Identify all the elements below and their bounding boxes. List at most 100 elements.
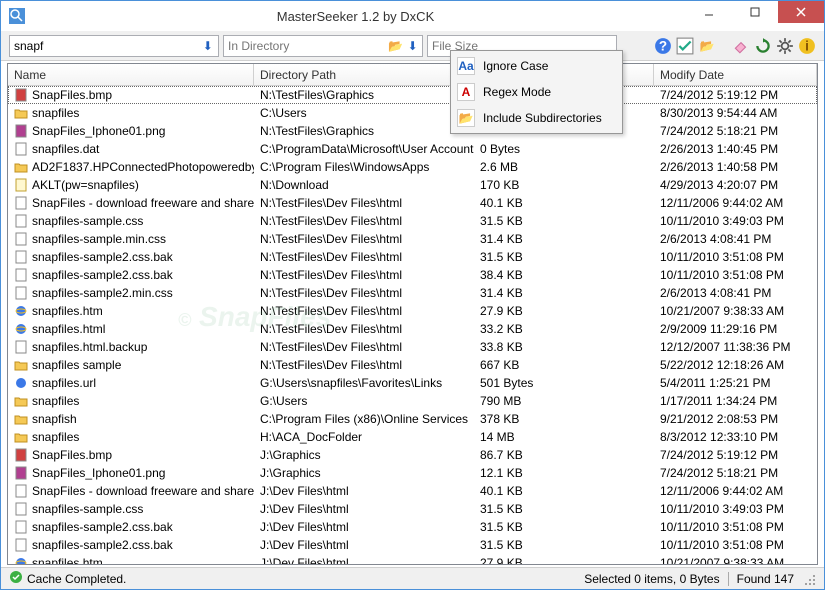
table-row[interactable]: snapfish C:\Program Files (x86)\Online S… — [8, 410, 817, 428]
directory-cell: C:\ProgramData\Microsoft\User Account Pi… — [254, 142, 474, 156]
file-type-icon — [14, 376, 28, 390]
close-button[interactable] — [778, 1, 824, 23]
date-cell: 10/21/2007 9:38:33 AM — [654, 304, 817, 318]
dropdown-item-regex-mode[interactable]: ARegex Mode — [453, 79, 620, 105]
dropdown-item-label: Include Subdirectories — [483, 111, 602, 125]
info-icon[interactable]: i — [798, 37, 816, 55]
table-row[interactable]: SnapFiles.bmp J:\Graphics 86.7 KB 7/24/2… — [8, 446, 817, 464]
date-cell: 9/21/2012 2:08:53 PM — [654, 412, 817, 426]
directory-cell: H:\ACA_DocFolder — [254, 430, 474, 444]
dropdown-item-label: Regex Mode — [483, 85, 551, 99]
table-row[interactable]: AKLT(pw=snapfiles) N:\Download 170 KB 4/… — [8, 176, 817, 194]
size-cell: 27.9 KB — [474, 556, 654, 564]
file-type-icon — [14, 412, 28, 426]
file-name-cell: snapfiles.htm — [32, 556, 103, 564]
size-cell: 0 Bytes — [474, 142, 654, 156]
file-name-cell: snapfiles-sample2.css.bak — [32, 268, 173, 282]
maximize-button[interactable] — [732, 1, 778, 23]
eraser-icon[interactable] — [732, 37, 750, 55]
table-row[interactable]: snapfiles.htm J:\Dev Files\html 27.9 KB … — [8, 554, 817, 564]
directory-search-wrap: 📂 ⬇ — [223, 35, 423, 57]
file-type-icon — [14, 304, 28, 318]
table-row[interactable]: snapfiles.url G:\Users\snapfiles\Favorit… — [8, 374, 817, 392]
directory-cell: J:\Graphics — [254, 448, 474, 462]
file-name-cell: snapfiles — [32, 394, 79, 408]
folder-tool-icon[interactable]: 📂 — [698, 37, 716, 55]
help-icon[interactable]: ? — [654, 37, 672, 55]
table-row[interactable]: snapfiles-sample2.css.bak N:\TestFiles\D… — [8, 248, 817, 266]
table-row[interactable]: SnapFiles.bmp N:\TestFiles\Graphics 7/24… — [8, 86, 817, 104]
table-row[interactable]: SnapFiles - download freeware and sharew… — [8, 482, 817, 500]
date-cell: 2/6/2013 4:08:41 PM — [654, 286, 817, 300]
size-cell: 667 KB — [474, 358, 654, 372]
date-cell: 10/21/2007 9:38:33 AM — [654, 556, 817, 564]
refresh-icon[interactable] — [754, 37, 772, 55]
browse-folder-icon[interactable]: 📂 — [388, 37, 403, 55]
svg-text:i: i — [805, 38, 809, 53]
file-type-icon — [14, 502, 28, 516]
table-row[interactable]: snapfiles-sample.css J:\Dev Files\html 3… — [8, 500, 817, 518]
name-dropdown-icon[interactable]: ⬇ — [200, 37, 216, 55]
table-row[interactable]: SnapFiles - download freeware and sharew… — [8, 194, 817, 212]
table-row[interactable]: snapfiles sample N:\TestFiles\Dev Files\… — [8, 356, 817, 374]
table-row[interactable]: snapfiles.dat C:\ProgramData\Microsoft\U… — [8, 140, 817, 158]
check-icon[interactable] — [676, 37, 694, 55]
directory-cell: N:\TestFiles\Graphics — [254, 88, 474, 102]
dropdown-item-ignore-case[interactable]: AaIgnore Case — [453, 53, 620, 79]
date-cell: 10/11/2010 3:51:08 PM — [654, 520, 817, 534]
file-name-cell: snapfiles — [32, 106, 79, 120]
table-row[interactable]: snapfiles-sample2.min.css N:\TestFiles\D… — [8, 284, 817, 302]
results-table: Name Directory Path Modify Date © SnapFi… — [7, 63, 818, 565]
table-row[interactable]: snapfiles.html.backup N:\TestFiles\Dev F… — [8, 338, 817, 356]
file-type-icon — [14, 196, 28, 210]
table-row[interactable]: snapfiles-sample.css N:\TestFiles\Dev Fi… — [8, 212, 817, 230]
column-header-name[interactable]: Name — [8, 64, 254, 85]
column-header-date[interactable]: Modify Date — [654, 64, 817, 85]
directory-cell: J:\Dev Files\html — [254, 520, 474, 534]
column-header-directory[interactable]: Directory Path — [254, 64, 474, 85]
file-type-icon — [14, 448, 28, 462]
table-row[interactable]: snapfiles.html N:\TestFiles\Dev Files\ht… — [8, 320, 817, 338]
table-row[interactable]: SnapFiles_Iphone01.png N:\TestFiles\Grap… — [8, 122, 817, 140]
minimize-button[interactable] — [686, 1, 732, 23]
resize-grip-icon[interactable] — [802, 572, 816, 586]
date-cell: 8/30/2013 9:54:44 AM — [654, 106, 817, 120]
directory-cell: N:\TestFiles\Dev Files\html — [254, 232, 474, 246]
directory-cell: J:\Dev Files\html — [254, 502, 474, 516]
table-body[interactable]: © SnapFiles SnapFiles.bmp N:\TestFiles\G… — [8, 86, 817, 564]
file-type-icon — [14, 250, 28, 264]
dropdown-item-include-subdirectories[interactable]: 📂Include Subdirectories — [453, 105, 620, 131]
size-cell: 27.9 KB — [474, 304, 654, 318]
directory-dropdown-icon[interactable]: ⬇ — [405, 37, 420, 55]
table-row[interactable]: SnapFiles_Iphone01.png J:\Graphics 12.1 … — [8, 464, 817, 482]
name-search-input[interactable] — [10, 36, 200, 56]
size-cell: 40.1 KB — [474, 484, 654, 498]
table-row[interactable]: AD2F1837.HPConnectedPhotopoweredbySn... … — [8, 158, 817, 176]
date-cell: 10/11/2010 3:51:08 PM — [654, 538, 817, 552]
table-row[interactable]: snapfiles-sample2.css.bak J:\Dev Files\h… — [8, 536, 817, 554]
directory-search-input[interactable] — [224, 36, 388, 56]
directory-cell: J:\Dev Files\html — [254, 484, 474, 498]
table-row[interactable]: snapfiles-sample.min.css N:\TestFiles\De… — [8, 230, 817, 248]
file-type-icon — [14, 268, 28, 282]
status-ok-icon — [9, 570, 23, 587]
table-row[interactable]: snapfiles C:\Users 8/30/2013 9:54:44 AM — [8, 104, 817, 122]
table-row[interactable]: snapfiles-sample2.css.bak N:\TestFiles\D… — [8, 266, 817, 284]
date-cell: 7/24/2012 5:19:12 PM — [654, 88, 817, 102]
date-cell: 12/11/2006 9:44:02 AM — [654, 484, 817, 498]
file-name-cell: snapfiles.url — [32, 376, 96, 390]
dropdown-item-label: Ignore Case — [483, 59, 548, 73]
file-type-icon — [14, 538, 28, 552]
size-cell: 31.5 KB — [474, 538, 654, 552]
table-row[interactable]: snapfiles.htm N:\TestFiles\Dev Files\htm… — [8, 302, 817, 320]
date-cell: 2/26/2013 1:40:58 PM — [654, 160, 817, 174]
size-cell: 31.4 KB — [474, 232, 654, 246]
table-row[interactable]: snapfiles-sample2.css.bak J:\Dev Files\h… — [8, 518, 817, 536]
table-row[interactable]: snapfiles H:\ACA_DocFolder 14 MB 8/3/201… — [8, 428, 817, 446]
gear-icon[interactable] — [776, 37, 794, 55]
directory-cell: N:\TestFiles\Dev Files\html — [254, 214, 474, 228]
date-cell: 10/11/2010 3:51:08 PM — [654, 250, 817, 264]
file-type-icon — [14, 160, 28, 174]
table-row[interactable]: snapfiles G:\Users 790 MB 1/17/2011 1:34… — [8, 392, 817, 410]
date-cell: 5/22/2012 12:18:26 AM — [654, 358, 817, 372]
